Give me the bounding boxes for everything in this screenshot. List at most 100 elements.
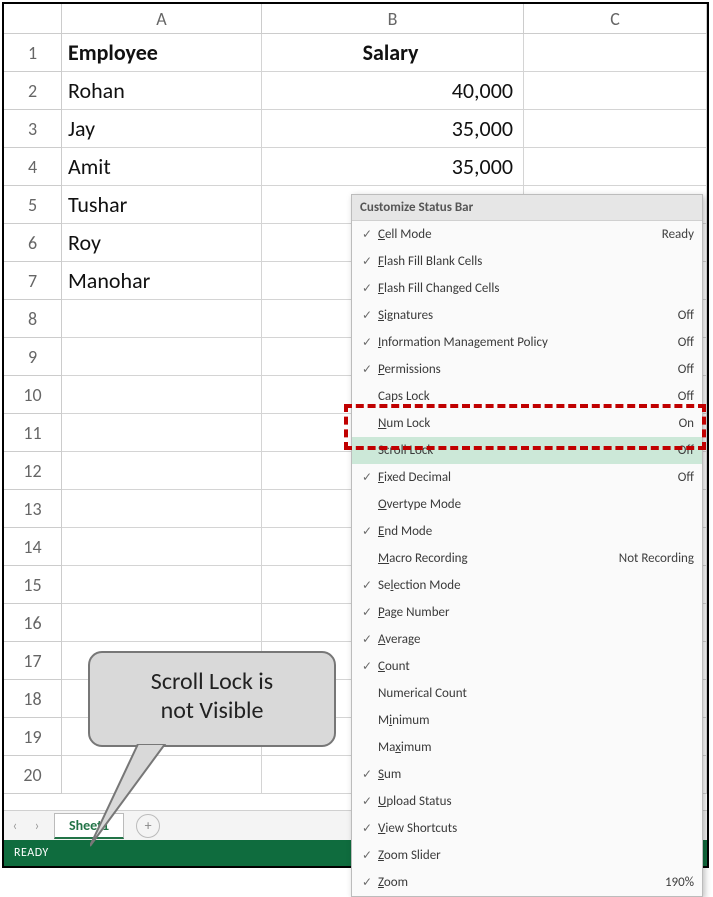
cell[interactable]: Roy: [62, 224, 262, 262]
context-menu-item[interactable]: ✓PermissionsOff: [352, 356, 702, 383]
cell[interactable]: [62, 452, 262, 490]
check-icon: ✓: [356, 524, 378, 539]
row-header[interactable]: 6: [4, 224, 62, 262]
cell[interactable]: Salary: [262, 34, 524, 72]
context-menu-item[interactable]: ✓Fixed DecimalOff: [352, 464, 702, 491]
row-header[interactable]: 18: [4, 680, 62, 718]
row-header[interactable]: 8: [4, 300, 62, 338]
cell[interactable]: [62, 338, 262, 376]
context-menu-item[interactable]: ✓Flash Fill Blank Cells: [352, 248, 702, 275]
check-icon: ✓: [356, 632, 378, 647]
context-menu-item[interactable]: ✓View Shortcuts: [352, 815, 702, 842]
context-menu-item[interactable]: ✓Flash Fill Changed Cells: [352, 275, 702, 302]
row-header[interactable]: 4: [4, 148, 62, 186]
row-header[interactable]: 19: [4, 718, 62, 756]
customize-status-bar-menu: Customize Status Bar ✓Cell ModeReady✓Fla…: [351, 194, 703, 897]
row-header[interactable]: 3: [4, 110, 62, 148]
context-menu-item[interactable]: Minimum: [352, 707, 702, 734]
menu-item-label: View Shortcuts: [378, 821, 694, 836]
context-menu-item[interactable]: Scroll LockOff: [352, 437, 702, 464]
check-icon: ✓: [356, 578, 378, 593]
cell[interactable]: Rohan: [62, 72, 262, 110]
menu-item-label: Sum: [378, 767, 694, 782]
cell[interactable]: [62, 414, 262, 452]
row-header[interactable]: 1: [4, 34, 62, 72]
row-header[interactable]: 11: [4, 414, 62, 452]
context-menu-item[interactable]: ✓Cell ModeReady: [352, 221, 702, 248]
row-header[interactable]: 16: [4, 604, 62, 642]
context-menu-item[interactable]: Numerical Count: [352, 680, 702, 707]
check-icon: ✓: [356, 227, 378, 242]
check-icon: ✓: [356, 308, 378, 323]
select-all-corner[interactable]: [4, 4, 62, 34]
menu-item-value: Off: [678, 308, 694, 323]
tab-nav-next[interactable]: ›: [26, 817, 48, 834]
cell[interactable]: [62, 490, 262, 528]
cell[interactable]: [62, 376, 262, 414]
row-header[interactable]: 15: [4, 566, 62, 604]
row-header[interactable]: 20: [4, 756, 62, 794]
menu-item-label: Cell Mode: [378, 227, 662, 242]
menu-item-label: Average: [378, 632, 694, 647]
menu-item-label: Upload Status: [378, 794, 694, 809]
col-header-B[interactable]: B: [262, 4, 524, 34]
cell[interactable]: 35,000: [262, 148, 524, 186]
cell[interactable]: [62, 566, 262, 604]
row-header[interactable]: 5: [4, 186, 62, 224]
check-icon: ✓: [356, 470, 378, 485]
row-header[interactable]: 2: [4, 72, 62, 110]
cell[interactable]: [524, 72, 707, 110]
cell[interactable]: Employee: [62, 34, 262, 72]
tab-nav-prev[interactable]: ‹: [4, 817, 26, 834]
context-menu-item[interactable]: ✓SignaturesOff: [352, 302, 702, 329]
context-menu-item[interactable]: ✓Upload Status: [352, 788, 702, 815]
menu-item-label: Caps Lock: [378, 389, 678, 404]
callout-line1: Scroll Lock is: [100, 667, 324, 696]
context-menu-item[interactable]: Maximum: [352, 734, 702, 761]
cell[interactable]: Amit: [62, 148, 262, 186]
cell[interactable]: [62, 528, 262, 566]
context-menu-item[interactable]: Caps LockOff: [352, 383, 702, 410]
check-icon: ✓: [356, 605, 378, 620]
context-menu-item[interactable]: ✓Count: [352, 653, 702, 680]
menu-item-label: Zoom Slider: [378, 848, 694, 863]
annotation-callout: Scroll Lock is not Visible: [88, 651, 336, 747]
context-menu-item[interactable]: ✓Sum: [352, 761, 702, 788]
cell[interactable]: Tushar: [62, 186, 262, 224]
context-menu-item[interactable]: ✓End Mode: [352, 518, 702, 545]
menu-item-value: Off: [678, 362, 694, 377]
col-header-C[interactable]: C: [524, 4, 707, 34]
cell[interactable]: Manohar: [62, 262, 262, 300]
table-row: 4Amit35,000: [4, 148, 707, 186]
row-header[interactable]: 7: [4, 262, 62, 300]
context-menu-item[interactable]: ✓Average: [352, 626, 702, 653]
context-menu-item[interactable]: ✓Selection Mode: [352, 572, 702, 599]
context-menu-item[interactable]: Macro RecordingNot Recording: [352, 545, 702, 572]
menu-item-label: Num Lock: [378, 416, 679, 431]
row-header[interactable]: 10: [4, 376, 62, 414]
row-header[interactable]: 13: [4, 490, 62, 528]
context-menu-item[interactable]: ✓Zoom190%: [352, 869, 702, 896]
context-menu-item[interactable]: ✓Information Management PolicyOff: [352, 329, 702, 356]
cell[interactable]: [524, 34, 707, 72]
row-header[interactable]: 17: [4, 642, 62, 680]
menu-item-value: Off: [678, 470, 694, 485]
context-menu-item[interactable]: ✓Zoom Slider: [352, 842, 702, 869]
check-icon: ✓: [356, 659, 378, 674]
cell[interactable]: 40,000: [262, 72, 524, 110]
menu-item-label: Fixed Decimal: [378, 470, 678, 485]
row-header[interactable]: 14: [4, 528, 62, 566]
row-header[interactable]: 9: [4, 338, 62, 376]
context-menu-item[interactable]: ✓Page Number: [352, 599, 702, 626]
row-header[interactable]: 12: [4, 452, 62, 490]
cell[interactable]: [62, 300, 262, 338]
cell[interactable]: Jay: [62, 110, 262, 148]
col-header-A[interactable]: A: [62, 4, 262, 34]
menu-item-value: Off: [678, 335, 694, 350]
context-menu-item[interactable]: Num LockOn: [352, 410, 702, 437]
context-menu-item[interactable]: Overtype Mode: [352, 491, 702, 518]
cell[interactable]: 35,000: [262, 110, 524, 148]
cell[interactable]: [524, 110, 707, 148]
cell[interactable]: [62, 604, 262, 642]
cell[interactable]: [524, 148, 707, 186]
